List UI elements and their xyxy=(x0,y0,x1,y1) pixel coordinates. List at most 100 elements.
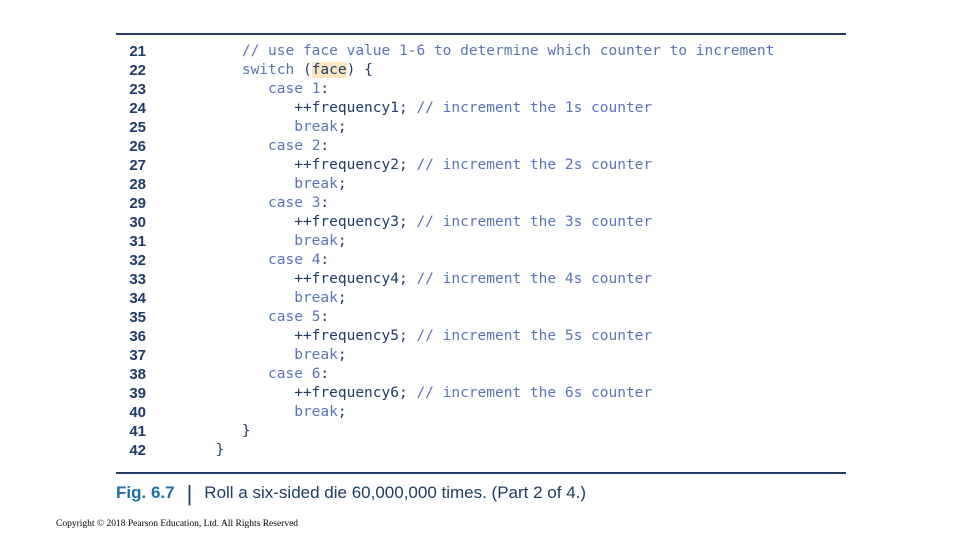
code-token: ++frequency6; xyxy=(172,385,417,401)
code-token: break xyxy=(294,233,338,249)
code-token: // use face value 1-6 to determine which… xyxy=(241,43,775,59)
code-line: 41 } xyxy=(116,422,846,441)
code-text: case 5: xyxy=(172,308,329,327)
code-token: break xyxy=(294,290,338,306)
code-line: 38 case 6: xyxy=(116,365,846,384)
code-text: } xyxy=(172,441,225,460)
code-token: ; xyxy=(337,347,347,363)
line-number: 21 xyxy=(129,43,146,60)
figure-caption: Fig. 6.7 | Roll a six-sided die 60,000,0… xyxy=(116,480,587,506)
code-token: ) { xyxy=(346,62,373,78)
line-number: 28 xyxy=(129,176,146,193)
line-number: 36 xyxy=(129,328,146,345)
code-text: case 2: xyxy=(172,137,329,156)
code-token: case xyxy=(268,252,303,268)
code-token: : xyxy=(320,195,330,211)
code-line: 42 } xyxy=(116,441,846,460)
code-line: 31 break; xyxy=(116,232,846,251)
line-number: 35 xyxy=(129,309,146,326)
code-line: 36 ++frequency5; // increment the 5s cou… xyxy=(116,327,846,346)
code-line: 30 ++frequency3; // increment the 3s cou… xyxy=(116,213,846,232)
code-token: case xyxy=(268,81,303,97)
code-token: break xyxy=(294,176,338,192)
code-line: 39 ++frequency6; // increment the 6s cou… xyxy=(116,384,846,403)
code-token: : xyxy=(320,252,330,268)
code-token: // increment the 2s counter xyxy=(416,157,653,173)
code-line: 29 case 3: xyxy=(116,194,846,213)
line-number: 31 xyxy=(129,233,146,250)
code-line: 21 // use face value 1-6 to determine wh… xyxy=(116,42,846,61)
line-number: 37 xyxy=(129,347,146,364)
code-token: switch xyxy=(241,62,295,78)
code-text: ++frequency5; // increment the 5s counte… xyxy=(172,327,652,346)
code-token: // increment the 4s counter xyxy=(416,271,653,287)
code-line: 28 break; xyxy=(116,175,846,194)
code-token: ++frequency2; xyxy=(172,157,417,173)
code-text: break; xyxy=(172,232,346,251)
line-number: 40 xyxy=(129,404,146,421)
line-number: 34 xyxy=(129,290,146,307)
code-text: case 6: xyxy=(172,365,329,384)
line-number: 26 xyxy=(129,138,146,155)
line-number: 25 xyxy=(129,119,146,136)
code-token: case xyxy=(268,138,303,154)
code-token: } xyxy=(172,423,251,439)
line-number: 23 xyxy=(129,81,146,98)
code-listing: 21 // use face value 1-6 to determine wh… xyxy=(116,42,846,460)
line-number: 32 xyxy=(129,252,146,269)
code-token: // increment the 1s counter xyxy=(416,100,653,116)
line-number: 41 xyxy=(129,423,146,440)
code-text: switch (face) { xyxy=(172,61,373,80)
code-token: break xyxy=(294,119,338,135)
code-text: ++frequency6; // increment the 6s counte… xyxy=(172,384,652,403)
code-line: 33 ++frequency4; // increment the 4s cou… xyxy=(116,270,846,289)
code-token: : xyxy=(320,138,330,154)
code-line: 40 break; xyxy=(116,403,846,422)
code-token: ; xyxy=(337,290,347,306)
code-line: 26 case 2: xyxy=(116,137,846,156)
top-rule xyxy=(116,33,846,35)
code-text: case 4: xyxy=(172,251,329,270)
caption-text: Roll a six-sided die 60,000,000 times. (… xyxy=(204,483,587,502)
code-token: case xyxy=(268,195,303,211)
code-token: face xyxy=(311,62,347,78)
code-line: 27 ++frequency2; // increment the 2s cou… xyxy=(116,156,846,175)
code-line: 37 break; xyxy=(116,346,846,365)
code-token: break xyxy=(294,347,338,363)
code-token: : xyxy=(320,309,330,325)
code-token: ( xyxy=(294,62,312,78)
code-token: // increment the 3s counter xyxy=(416,214,653,230)
code-line: 23 case 1: xyxy=(116,80,846,99)
line-number: 27 xyxy=(129,157,146,174)
code-token: // increment the 5s counter xyxy=(416,328,653,344)
code-token: // increment the 6s counter xyxy=(416,385,653,401)
code-token: ++frequency3; xyxy=(172,214,417,230)
line-number: 24 xyxy=(129,100,146,117)
code-token: case xyxy=(268,309,303,325)
code-token: ++frequency5; xyxy=(172,328,417,344)
figure-label: Fig. 6.7 xyxy=(116,483,175,502)
code-text: case 3: xyxy=(172,194,329,213)
caption-separator: | xyxy=(186,480,193,506)
line-number: 38 xyxy=(129,366,146,383)
code-token: ++frequency1; xyxy=(172,100,417,116)
code-token: } xyxy=(172,442,225,458)
code-text: break; xyxy=(172,118,346,137)
